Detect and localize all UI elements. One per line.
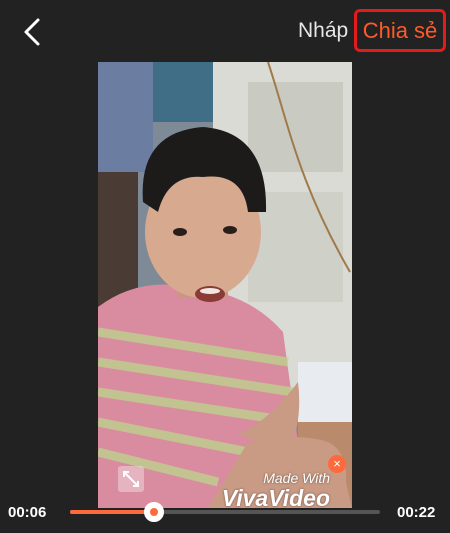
watermark-made-with: Made With bbox=[263, 470, 330, 486]
seek-bar-progress bbox=[70, 510, 154, 514]
expand-icon bbox=[123, 471, 139, 487]
video-frame bbox=[98, 62, 352, 508]
video-preview[interactable]: × Made With VivaVideo bbox=[98, 62, 352, 508]
seek-bar[interactable] bbox=[70, 502, 380, 522]
expand-button[interactable] bbox=[118, 466, 144, 492]
watermark: Made With VivaVideo bbox=[222, 470, 330, 508]
share-button[interactable]: Chia sẻ bbox=[354, 9, 446, 52]
share-button-label: Chia sẻ bbox=[362, 17, 438, 43]
close-icon: × bbox=[333, 456, 341, 471]
chevron-left-icon bbox=[24, 18, 40, 46]
watermark-brand: VivaVideo bbox=[221, 485, 330, 508]
watermark-close-button[interactable]: × bbox=[328, 455, 346, 473]
draft-button[interactable]: Nháp bbox=[298, 19, 348, 43]
current-time: 00:06 bbox=[8, 504, 47, 521]
total-time: 00:22 bbox=[397, 504, 436, 521]
top-bar: Nháp Chia sẻ bbox=[0, 0, 450, 62]
back-button[interactable] bbox=[14, 12, 50, 52]
seek-handle[interactable] bbox=[143, 502, 164, 522]
